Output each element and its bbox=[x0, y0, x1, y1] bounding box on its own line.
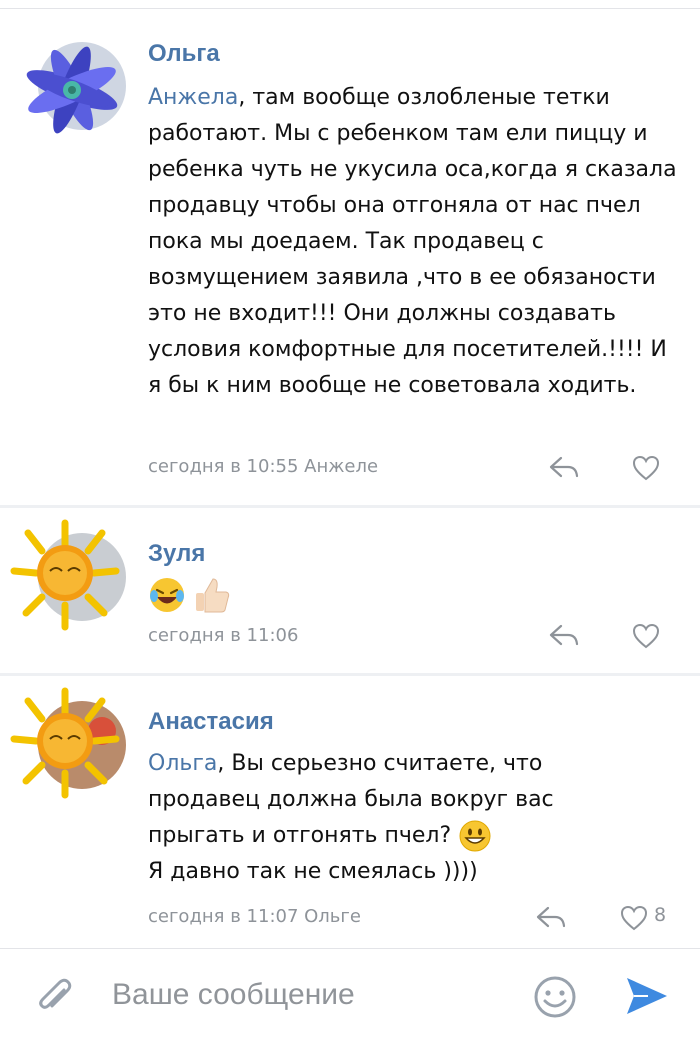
send-icon[interactable] bbox=[624, 975, 670, 1017]
reply-icon[interactable] bbox=[548, 623, 580, 647]
heart-icon[interactable] bbox=[620, 905, 648, 931]
comment-author[interactable]: Зуля bbox=[148, 540, 205, 568]
mention-link[interactable]: Анжела bbox=[148, 85, 238, 110]
comment-divider bbox=[0, 505, 700, 508]
avatar[interactable] bbox=[10, 515, 130, 635]
comment-text: Анжела, там вообще озлобленые тетки рабо… bbox=[148, 85, 677, 398]
comment-divider bbox=[0, 673, 700, 676]
heart-icon[interactable] bbox=[632, 455, 660, 481]
comment-text bbox=[148, 575, 678, 615]
message-composer: Ваше сообщение bbox=[0, 950, 700, 1041]
paperclip-icon[interactable] bbox=[34, 976, 76, 1018]
comment-text: Ольга, Вы серьезно считаете, что продаве… bbox=[148, 751, 554, 884]
grinning-emoji-icon bbox=[459, 820, 491, 852]
like-count: 8 bbox=[654, 904, 667, 926]
comment-meta: сегодня в 11:07 Ольге bbox=[148, 906, 361, 927]
top-divider bbox=[0, 8, 700, 9]
comment-meta: сегодня в 10:55 Анжеле bbox=[148, 456, 379, 477]
comment-meta: сегодня в 11:06 bbox=[148, 625, 299, 646]
thumbs-up-emoji-icon bbox=[196, 578, 230, 613]
mention-link[interactable]: Ольга bbox=[148, 751, 217, 776]
composer-divider bbox=[0, 948, 700, 949]
avatar[interactable] bbox=[10, 683, 130, 803]
message-input[interactable]: Ваше сообщение bbox=[112, 978, 355, 1012]
avatar[interactable] bbox=[10, 28, 130, 148]
comment-author[interactable]: Анастасия bbox=[148, 708, 274, 736]
smile-icon[interactable] bbox=[533, 975, 577, 1019]
heart-icon[interactable] bbox=[632, 623, 660, 649]
reply-icon[interactable] bbox=[535, 905, 567, 929]
comment-author[interactable]: Ольга bbox=[148, 40, 220, 68]
laughing-emoji-icon bbox=[150, 578, 184, 612]
reply-icon[interactable] bbox=[548, 455, 580, 479]
